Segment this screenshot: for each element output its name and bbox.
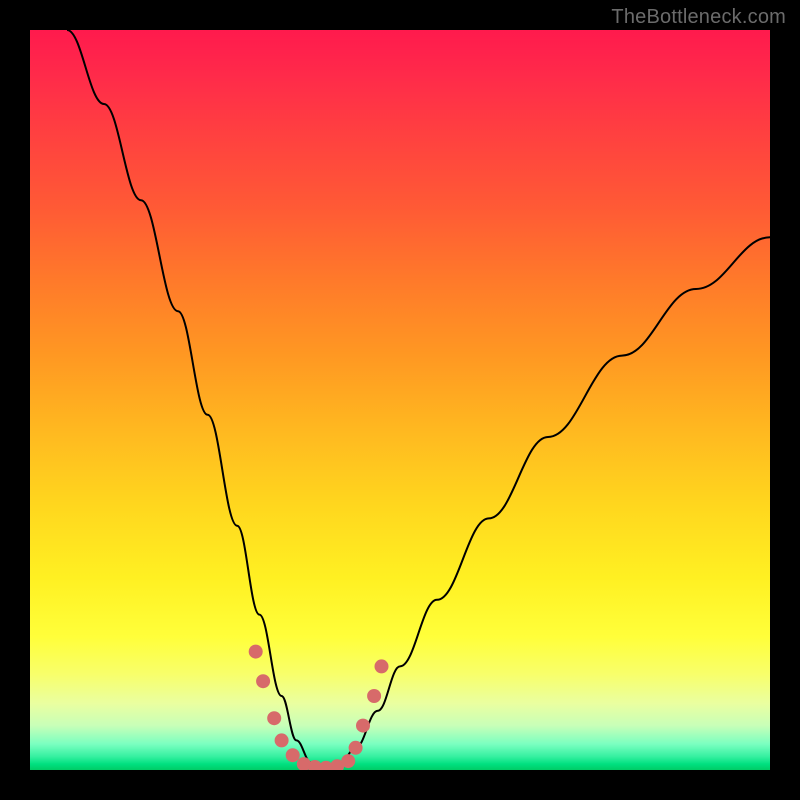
trough-marker bbox=[256, 674, 270, 688]
chart-svg bbox=[30, 30, 770, 770]
bottleneck-curve bbox=[67, 30, 770, 770]
trough-marker bbox=[249, 645, 263, 659]
trough-marker bbox=[275, 733, 289, 747]
trough-markers bbox=[249, 645, 389, 770]
trough-marker bbox=[286, 748, 300, 762]
trough-marker bbox=[349, 741, 363, 755]
watermark-text: TheBottleneck.com bbox=[611, 6, 786, 29]
trough-marker bbox=[341, 754, 355, 768]
trough-marker bbox=[375, 659, 389, 673]
trough-marker bbox=[267, 711, 281, 725]
trough-marker bbox=[356, 719, 370, 733]
chart-area bbox=[30, 30, 770, 770]
trough-marker bbox=[367, 689, 381, 703]
